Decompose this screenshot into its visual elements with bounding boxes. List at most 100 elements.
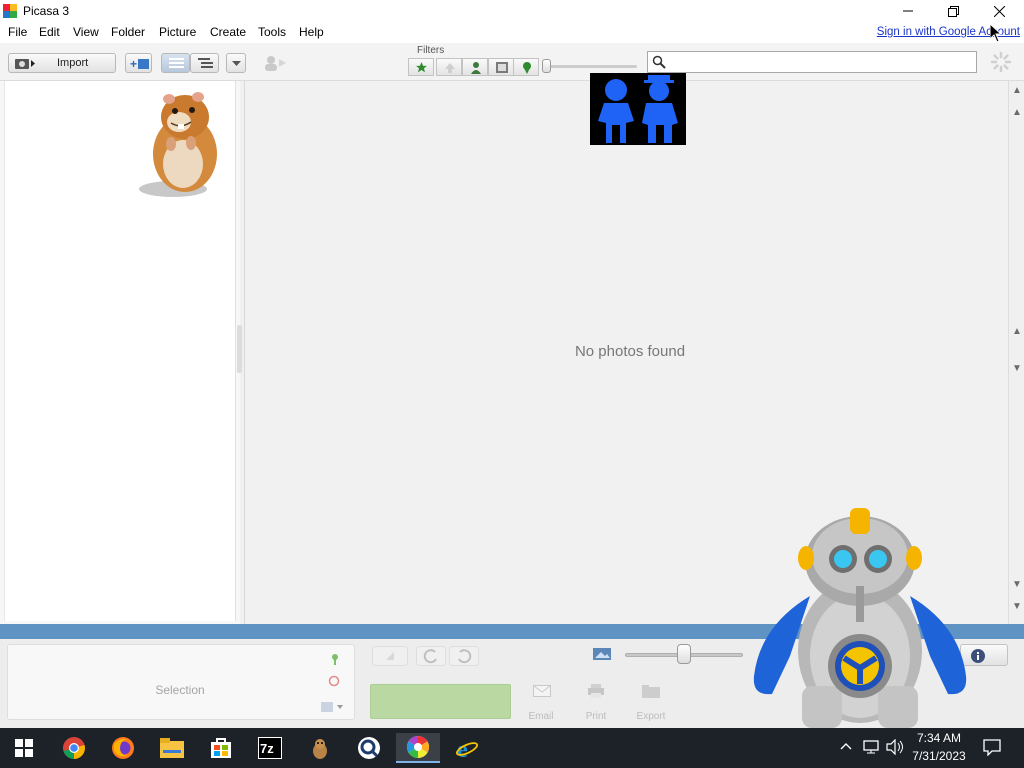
people-tag-icon <box>265 56 286 71</box>
internet-explorer-icon: e <box>455 737 479 760</box>
7zip-icon: 7z <box>258 737 282 759</box>
export-label[interactable]: Export <box>631 711 671 722</box>
menu-bar: File Edit View Folder Picture Create Too… <box>0 22 1024 43</box>
tree-view-icon <box>198 58 213 68</box>
windows-taskbar: 7z e 7:34 AM 7/31/2023 <box>0 728 1024 768</box>
scroll-top-icon[interactable]: ▲ <box>1012 85 1022 96</box>
hold-pin-icon[interactable] <box>330 653 340 665</box>
search-field[interactable] <box>647 51 977 73</box>
export-icon[interactable] <box>642 684 660 698</box>
taskbar-search-app[interactable] <box>349 733 389 763</box>
print-label[interactable]: Print <box>576 711 616 722</box>
menu-tools[interactable]: Tools <box>258 25 286 39</box>
loading-spinner-icon <box>990 51 1012 73</box>
disabled-tray-buttons <box>368 643 486 669</box>
upload-button[interactable] <box>370 684 511 719</box>
folder-icon <box>160 738 184 758</box>
menu-create[interactable]: Create <box>210 25 246 39</box>
filter-geotagged-button[interactable] <box>513 58 539 76</box>
upload-icon <box>445 63 455 73</box>
add-album-icon: + <box>130 57 149 71</box>
filter-slider-handle[interactable] <box>542 59 551 73</box>
share-icon[interactable] <box>372 646 408 666</box>
menu-file[interactable]: File <box>8 25 27 39</box>
mouse-cursor-icon <box>990 24 1002 43</box>
album-dropdown-icon[interactable] <box>320 700 344 714</box>
import-button[interactable]: Import <box>8 53 116 73</box>
menu-view[interactable]: View <box>73 25 99 39</box>
taskbar-7zip[interactable]: 7z <box>250 733 290 763</box>
email-icon[interactable] <box>533 685 551 697</box>
taskbar-chrome[interactable] <box>54 733 94 763</box>
filter-slider-track <box>545 65 637 68</box>
panel-splitter[interactable] <box>237 325 242 373</box>
close-button[interactable] <box>976 0 1022 22</box>
taskbar-internet-explorer[interactable]: e <box>447 733 487 763</box>
menu-picture[interactable]: Picture <box>159 25 196 39</box>
robot-mascot-illustration <box>753 508 967 728</box>
volume-icon[interactable] <box>886 739 904 755</box>
clear-selection-icon[interactable] <box>328 675 340 687</box>
info-icon <box>971 649 985 663</box>
clock-time[interactable]: 7:34 AM <box>913 731 965 745</box>
search-input[interactable] <box>670 54 970 70</box>
chevron-down-icon <box>232 61 241 66</box>
scroll-up-icon[interactable]: ▲ <box>1012 107 1022 118</box>
rotate-left-icon[interactable] <box>416 646 446 666</box>
search-icon <box>652 55 666 69</box>
empty-state-message: No photos found <box>574 343 686 360</box>
menu-folder[interactable]: Folder <box>111 25 145 39</box>
filter-starred-button[interactable] <box>408 58 434 76</box>
email-label[interactable]: Email <box>521 711 561 722</box>
hamster-illustration <box>139 92 217 197</box>
camera-icon <box>15 59 35 69</box>
scroll-page-up-icon[interactable]: ▲ <box>1012 326 1022 337</box>
firefox-icon <box>112 737 134 759</box>
people-button[interactable] <box>260 53 288 73</box>
title-bar: Picasa 3 <box>0 0 1024 22</box>
picasa-icon <box>407 736 429 758</box>
scroll-page-down-icon[interactable]: ▼ <box>1012 363 1022 374</box>
store-icon <box>211 738 231 758</box>
menu-edit[interactable]: Edit <box>39 25 60 39</box>
notifications-icon[interactable] <box>983 739 1001 756</box>
svg-text:e: e <box>457 737 468 760</box>
filter-faces-button[interactable] <box>462 58 488 76</box>
filter-uploaded-button[interactable] <box>436 58 462 76</box>
view-dropdown-button[interactable] <box>226 53 246 73</box>
svg-text:7z: 7z <box>260 741 274 756</box>
picasa-app-icon <box>3 4 17 18</box>
taskbar-microsoft-store[interactable] <box>201 733 241 763</box>
windows-logo-icon <box>15 739 33 757</box>
taskbar-firefox[interactable] <box>103 733 143 763</box>
scroll-bottom-icon[interactable]: ▼ <box>1012 601 1022 612</box>
selection-label: Selection <box>155 683 205 697</box>
thumbnail-size-handle[interactable] <box>677 644 691 664</box>
taskbar-hamster-app[interactable] <box>300 733 340 763</box>
start-button[interactable] <box>4 733 44 763</box>
taskbar-picasa[interactable] <box>396 733 440 763</box>
flat-view-button[interactable] <box>161 53 190 73</box>
show-hidden-icons-icon[interactable] <box>840 742 852 750</box>
tree-view-button[interactable] <box>190 53 219 73</box>
people-overlay-icon <box>590 73 686 145</box>
rotate-right-icon[interactable] <box>449 646 479 666</box>
filter-movies-button[interactable] <box>488 58 514 76</box>
clock-date[interactable]: 7/31/2023 <box>910 749 968 763</box>
window-title: Picasa 3 <box>23 4 70 18</box>
minimize-button[interactable] <box>885 0 931 22</box>
movie-icon <box>496 62 508 73</box>
menu-help[interactable]: Help <box>299 25 324 39</box>
add-to-album-button[interactable]: + <box>125 53 152 73</box>
print-icon[interactable] <box>588 684 604 698</box>
vertical-scrollbar[interactable]: ▲ ▲ ▲ ▼ ▼ ▼ <box>1008 81 1024 624</box>
toolbar: Import + Filters <box>0 43 1024 81</box>
taskbar-file-explorer[interactable] <box>152 733 192 763</box>
selection-tray[interactable]: Selection <box>7 644 355 720</box>
geotag-icon <box>523 62 531 74</box>
folder-list[interactable] <box>4 81 236 621</box>
list-view-icon <box>169 58 184 68</box>
scroll-down-icon[interactable]: ▼ <box>1012 579 1022 590</box>
restore-button[interactable] <box>930 0 976 22</box>
network-icon[interactable] <box>862 739 880 755</box>
